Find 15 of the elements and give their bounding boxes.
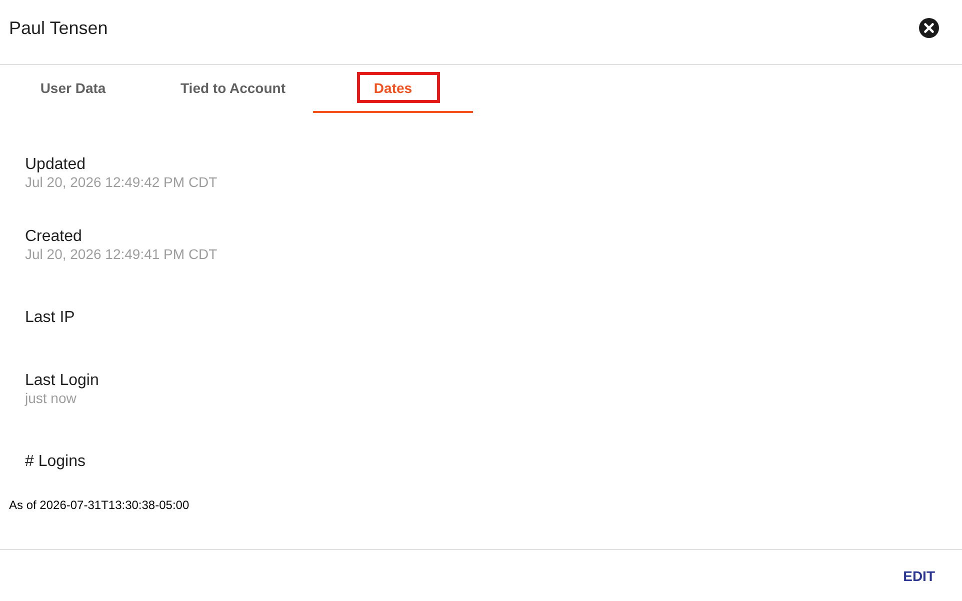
tab[interactable]: Tied to Account [153,65,313,113]
as-of-timestamp: As of 2026-07-31T13:30:38-05:00 [9,498,190,512]
field-label: Created [25,227,82,246]
field-label: Last Login [25,371,99,390]
tab[interactable]: Dates [313,65,473,113]
field-value: Jul 20, 2026 12:49:41 PM CDT [25,246,218,263]
field-value: Jul 20, 2026 12:49:42 PM CDT [25,174,218,191]
field-label: Last IP [25,308,75,326]
field-label: # Logins [25,452,86,470]
dialog-title: Paul Tensen [9,18,108,38]
field-value: just now [25,390,76,407]
close-icon[interactable] [919,18,939,38]
field-label: Updated [25,155,86,174]
tab[interactable]: User Data [0,65,153,113]
edit-button[interactable]: EDIT [895,560,943,592]
